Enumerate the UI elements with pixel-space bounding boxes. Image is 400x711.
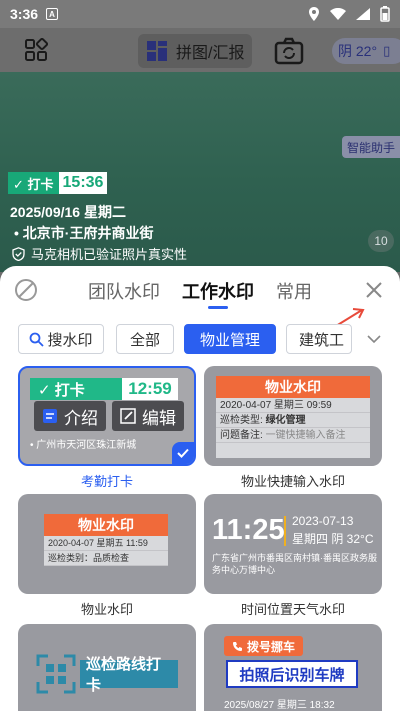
location-icon [309, 7, 319, 21]
card2-line2-val: 绿化管理 [265, 415, 306, 426]
card6-tag: 拨号挪车 [224, 636, 304, 656]
card3-line1: 2020-04-07 星期五 11:59 [44, 536, 168, 551]
camera-switch-icon[interactable] [274, 36, 304, 66]
card2-name: 物业快捷输入水印 [240, 474, 345, 489]
card2-line1: 2020-04-07 星期三 09:59 [216, 398, 370, 413]
shield-check-icon [12, 246, 25, 261]
card3-preview: 物业水印 2020-04-07 星期五 11:59 巡检类别：品质检查 [44, 514, 168, 566]
preview-punch-tag: ✓ 打卡 15:36 [8, 172, 108, 194]
edit-icon [120, 408, 136, 424]
card2-preview: 物业水印 2020-04-07 星期三 09:59 巡检类型: 绿化管理 问题备… [216, 376, 370, 458]
card1-location: • 广州市天河区珠江新城 [30, 440, 137, 451]
card2-line2-key: 巡检类型: [220, 415, 263, 426]
preview-verify: 马克相机已验证照片真实性 [12, 244, 187, 263]
notification-a-icon: A [46, 8, 59, 20]
chip-all[interactable]: 全部 [116, 324, 174, 354]
watermark-card-property-quick[interactable]: 物业水印 2020-04-07 星期三 09:59 巡检类型: 绿化管理 问题备… [204, 366, 382, 466]
chip-construction[interactable]: 建筑工 [286, 324, 352, 354]
weather-book-icon: ▯ [383, 43, 391, 58]
card3-name: 物业水印 [80, 602, 133, 617]
watermark-sheet: 团队水印 工作水印 常用 搜水印 全部 物业管理 建筑工 ✓ 打卡 12:59 … [0, 266, 400, 711]
watermark-card-attendance[interactable]: ✓ 打卡 12:59 介绍 编辑 • 广州市天河区珠江新城 [18, 366, 196, 466]
edit-label: 编辑 [142, 408, 176, 428]
card1-punch-label: ✓ 打卡 [30, 378, 122, 400]
tab-work-watermark[interactable]: 工作水印 [182, 278, 254, 304]
weather-pill[interactable]: 阴 22° ▯ [332, 38, 400, 64]
search-icon [30, 332, 45, 347]
watermark-card-car-plate[interactable]: 拨号挪车 拍照后识别车牌 2025/08/27 星期三 18:32 [204, 624, 382, 711]
sheet-header: 团队水印 工作水印 常用 [0, 266, 400, 327]
photo-count-badge[interactable]: 10 [368, 230, 394, 252]
doc-icon [43, 409, 57, 423]
card5-preview: 巡检路线打卡 [36, 654, 178, 694]
weather-text: 阴 22° [338, 43, 378, 59]
status-icons [308, 6, 390, 22]
intro-button[interactable]: 介绍 [34, 401, 106, 431]
card4-date: 2023-07-13 [292, 514, 354, 528]
card1-punch-time: 12:59 [122, 378, 178, 400]
apps-grid-icon[interactable] [24, 38, 48, 62]
tab-common[interactable]: 常用 [276, 278, 312, 304]
card2-line3: 问题备注: 一键快捷输入备注 [216, 428, 370, 443]
pintu-report-button[interactable]: 拼图/汇报 [138, 34, 252, 68]
card4-divider [284, 516, 286, 546]
status-bar: 3:36 A [0, 0, 400, 28]
preview-date: 2025/09/16 星期二 [10, 204, 126, 220]
chip-property-management[interactable]: 物业管理 [184, 324, 276, 354]
watermark-card-time-location-weather[interactable]: 11:25 2023-07-13 星期四 阴 32°C 广东省广州市番禺区南村镇… [204, 494, 382, 594]
card1-name: 考勤打卡 [80, 474, 133, 489]
chip-search-watermark[interactable]: 搜水印 [18, 324, 104, 354]
qr-scan-icon [36, 654, 76, 694]
intro-label: 介绍 [64, 408, 98, 428]
card6-plate: 拍照后识别车牌 [226, 660, 358, 688]
preview-location: • 北京市·王府井商业街 [14, 225, 154, 241]
filter-chips: 搜水印 全部 物业管理 建筑工 [18, 324, 400, 354]
preview-punch-time: 15:36 [58, 172, 108, 194]
card2-line3-val: 一键快捷输入备注 [265, 430, 346, 441]
edit-button[interactable]: 编辑 [112, 401, 184, 431]
card3-head: 物业水印 [44, 514, 168, 536]
tab-team-watermark[interactable]: 团队水印 [88, 278, 160, 304]
no-watermark-icon[interactable] [14, 278, 38, 302]
preview-verify-text: 马克相机已验证照片真实性 [31, 247, 188, 262]
tab-underline [208, 306, 228, 309]
watermark-card-property[interactable]: 物业水印 2020-04-07 星期五 11:59 巡检类别：品质检查 [18, 494, 196, 594]
selected-check-icon [172, 442, 194, 464]
phone-icon [233, 641, 242, 651]
top-toolbar: 拼图/汇报 阴 22° ▯ [0, 28, 400, 72]
status-time: 3:36 [10, 6, 39, 22]
watermark-card-patrol-route[interactable]: 巡检路线打卡 [18, 624, 196, 711]
card3-line2: 巡检类别：品质检查 [44, 551, 168, 566]
card1-actions: 介绍 编辑 [34, 401, 184, 431]
card2-head: 物业水印 [216, 376, 370, 398]
battery-icon [380, 6, 390, 22]
signal-icon [356, 8, 370, 20]
preview-punch-label: ✓ 打卡 [8, 172, 59, 194]
pintu-report-label: 拼图/汇报 [176, 45, 245, 62]
close-icon[interactable] [364, 280, 384, 300]
card2-line3-key: 问题备注: [220, 430, 263, 441]
card4-time: 11:25 [212, 514, 285, 546]
card6-tag-label: 拨号挪车 [247, 639, 296, 654]
card6-date: 2025/08/27 星期三 18:32 [224, 700, 335, 711]
card4-week: 星期四 阴 32°C [292, 532, 374, 546]
card4-address: 广东省广州市番禺区南村镇·番禺区政务服务中心万博中心 [212, 553, 377, 575]
card5-text: 巡检路线打卡 [80, 656, 178, 694]
chip-search-label: 搜水印 [47, 331, 93, 349]
card2-line2: 巡检类型: 绿化管理 [216, 413, 370, 428]
chevron-down-icon[interactable] [366, 332, 382, 346]
smart-assistant-button[interactable]: 智能助手 [342, 136, 400, 158]
card4-name: 时间位置天气水印 [240, 602, 345, 617]
wifi-icon [330, 8, 346, 20]
collage-icon [147, 41, 167, 61]
